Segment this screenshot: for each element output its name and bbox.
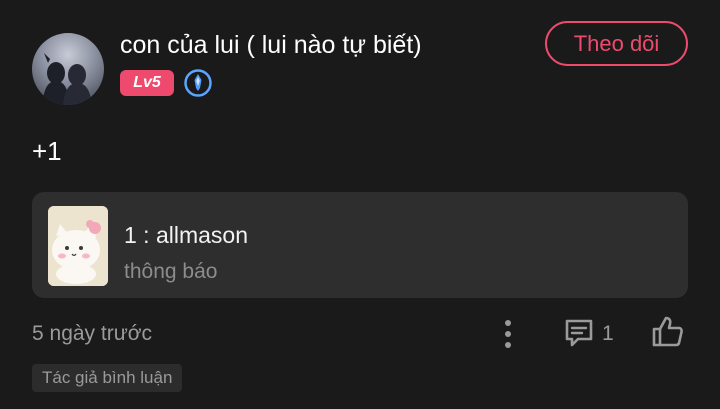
comment-icon[interactable] (562, 316, 596, 350)
timestamp: 5 ngày trước (32, 322, 153, 345)
follow-button[interactable]: Theo dõi (545, 21, 688, 66)
more-options-icon[interactable] (498, 317, 518, 351)
post-text: +1 (32, 136, 62, 166)
level-badge: Lv5 (120, 70, 174, 96)
author-commented-tag: Tác giả bình luận (32, 364, 183, 392)
comment-item: con của lui ( lui nào tự biết) Lv5 Theo … (0, 0, 720, 409)
cat-sticker (48, 206, 108, 286)
avatar-photo (42, 53, 92, 105)
like-thumbs-up-icon[interactable] (650, 314, 686, 350)
quoted-post-card[interactable]: 1 : allmason thông báo (32, 192, 688, 298)
avatar[interactable] (32, 33, 104, 105)
quoted-post-subtitle: thông báo (124, 260, 218, 283)
author-name[interactable]: con của lui ( lui nào tự biết) (120, 28, 422, 62)
verified-badge-icon (184, 69, 212, 97)
quoted-post-title: 1 : allmason (124, 222, 249, 248)
comment-count: 1 (602, 322, 614, 345)
